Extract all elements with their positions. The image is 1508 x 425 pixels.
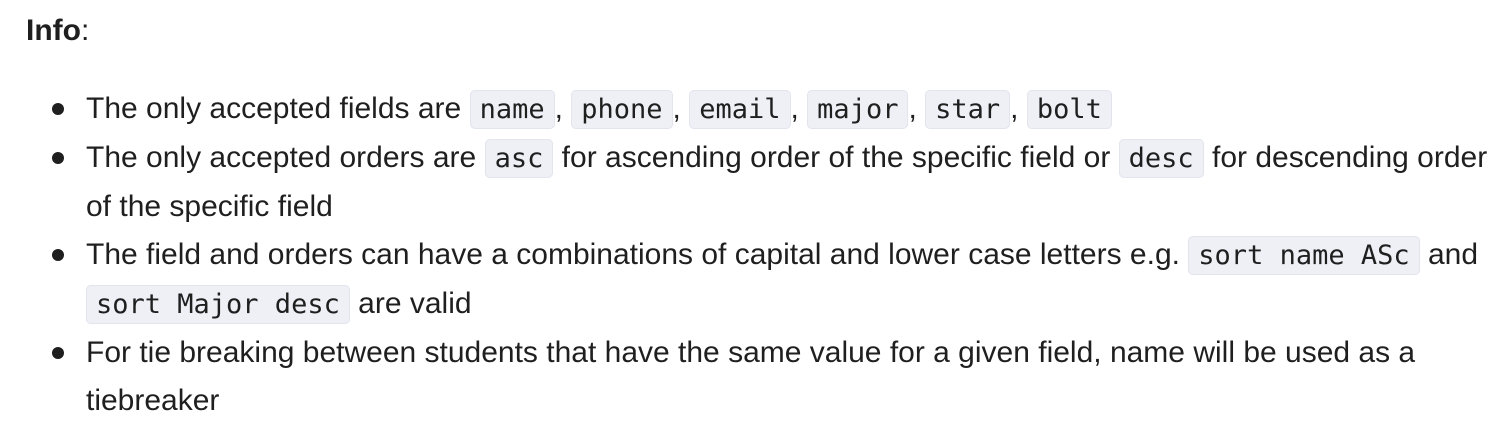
info-heading: Info: (26, 12, 89, 50)
separator: , (790, 92, 808, 125)
item-text: for ascending order of the specific fiel… (553, 141, 1119, 174)
code-name: name (469, 90, 555, 129)
code-phone: phone (571, 90, 673, 129)
code-sort-name-asc: sort name ASc (1188, 236, 1420, 275)
info-list: The only accepted fields are name, phone… (0, 85, 1508, 425)
code-asc: asc (484, 139, 554, 178)
code-sort-major-desc: sort Major desc (86, 285, 350, 324)
separator: , (1010, 92, 1027, 125)
list-item-case: The field and orders can have a combinat… (0, 231, 1508, 329)
item-text: For tie breaking between students that h… (86, 336, 1416, 417)
separator: , (908, 92, 926, 125)
bullet-icon (52, 152, 64, 164)
item-text: The only accepted fields are (86, 92, 470, 125)
code-email: email (689, 90, 791, 129)
separator: , (672, 92, 690, 125)
list-item-fields: The only accepted fields are name, phone… (0, 85, 1508, 134)
item-text: The only accepted orders are (86, 141, 485, 174)
item-text: and (1419, 238, 1479, 271)
bullet-icon (52, 249, 64, 261)
list-item-orders: The only accepted orders are asc for asc… (0, 134, 1508, 231)
item-text: The field and orders can have a combinat… (86, 238, 1189, 271)
info-heading-label: Info (26, 14, 81, 47)
separator: , (554, 92, 572, 125)
info-heading-colon: : (80, 14, 90, 47)
code-star: star (925, 90, 1011, 129)
code-desc: desc (1118, 139, 1204, 178)
bullet-icon (52, 103, 64, 115)
bullet-icon (52, 347, 64, 359)
item-text: are valid (349, 287, 472, 320)
code-major: major (807, 90, 909, 129)
list-item-tiebreak: For tie breaking between students that h… (0, 329, 1508, 425)
code-bolt: bolt (1026, 90, 1112, 129)
